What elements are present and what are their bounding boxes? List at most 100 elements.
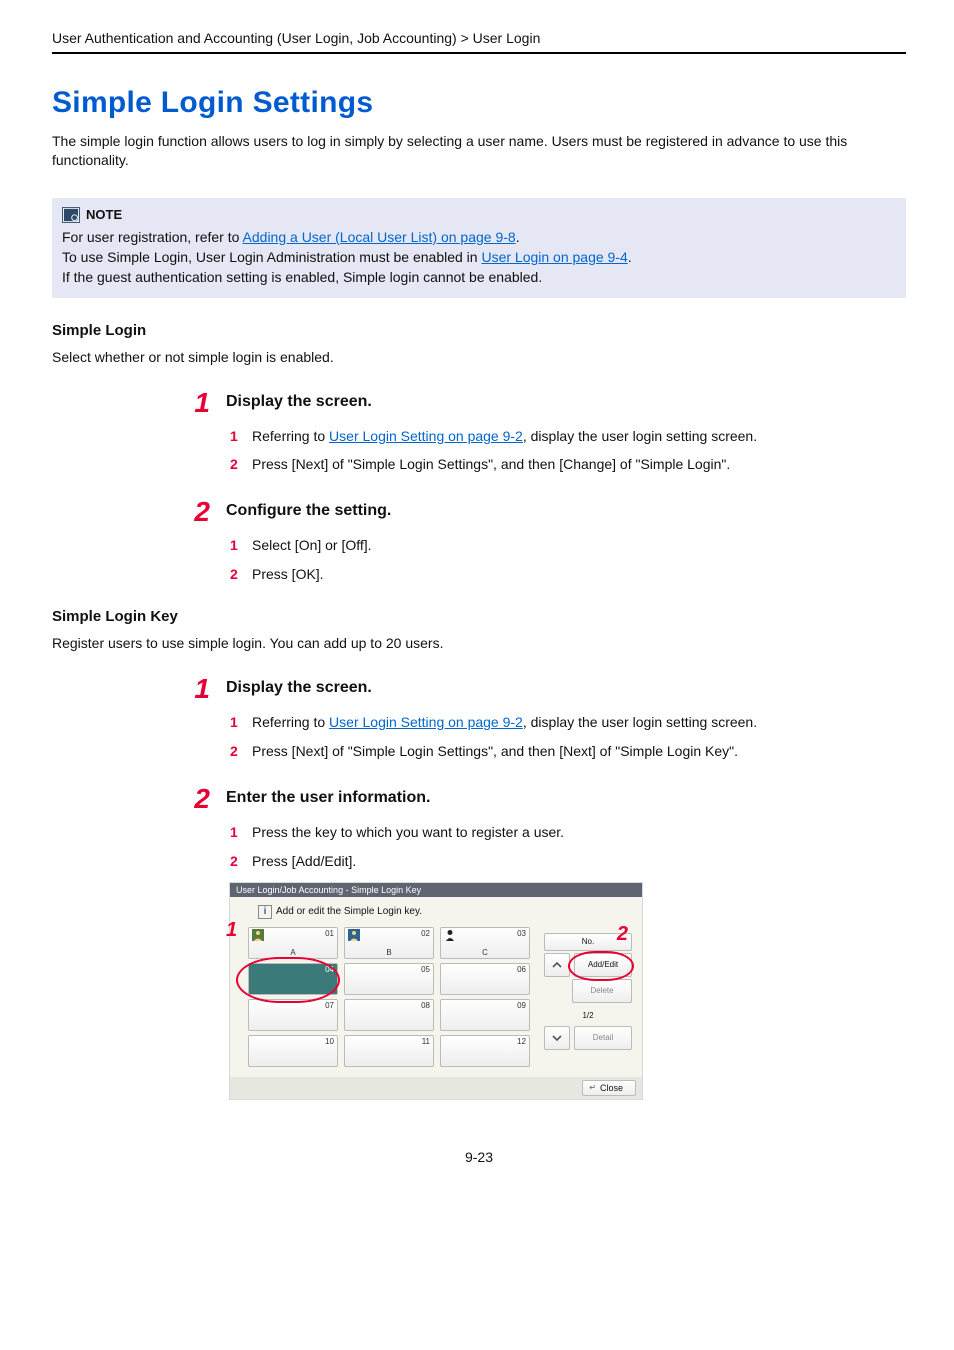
substep-text: Referring to User Login Setting on page … (252, 427, 757, 446)
key-number: 01 (325, 929, 334, 938)
dialog-footer: ↵ Close (230, 1077, 642, 1099)
page-up-button[interactable] (544, 953, 570, 977)
substep-post: , display the user login setting screen. (523, 714, 757, 730)
key-number: 04 (325, 965, 334, 974)
close-button[interactable]: ↵ Close (582, 1080, 636, 1096)
substep-number: 2 (230, 742, 242, 761)
note-box: NOTE For user registration, refer to Add… (52, 198, 906, 298)
user-icon (252, 929, 264, 941)
step-title-enter-user-info: Enter the user information. (226, 785, 430, 811)
info-icon: i (258, 905, 272, 919)
key-number: 05 (421, 965, 430, 974)
page-indicator: 1/2 (544, 1005, 632, 1024)
login-key[interactable]: 09 (440, 999, 530, 1031)
substep-text: Press [OK]. (252, 565, 324, 584)
note-icon (62, 207, 80, 223)
dialog-hint: i Add or edit the Simple Login key. (238, 901, 634, 925)
substep-number: 2 (230, 852, 242, 871)
login-key[interactable]: 12 (440, 1035, 530, 1067)
substep-number: 1 (230, 536, 242, 555)
section-simple-login-key-desc: Register users to use simple login. You … (52, 635, 906, 651)
key-number: 10 (325, 1037, 334, 1046)
step-number-1: 1 (182, 389, 210, 417)
substep-text: Referring to User Login Setting on page … (252, 713, 757, 732)
login-key[interactable]: 10 (248, 1035, 338, 1067)
note-line1-pre: For user registration, refer to (62, 229, 243, 245)
close-label: Close (600, 1083, 623, 1093)
substep-text: Press the key to which you want to regis… (252, 823, 564, 842)
note-line-2: To use Simple Login, User Login Administ… (62, 247, 896, 267)
note-line2-pre: To use Simple Login, User Login Administ… (62, 249, 481, 265)
key-number: 08 (421, 1001, 430, 1010)
key-number: 12 (517, 1037, 526, 1046)
login-key[interactable]: 08 (344, 999, 434, 1031)
chevron-up-icon (551, 959, 563, 971)
step-title-display-screen: Display the screen. (226, 389, 372, 415)
add-edit-button[interactable]: Add/Edit (574, 953, 632, 977)
note-line-1: For user registration, refer to Adding a… (62, 227, 896, 247)
substep-number: 1 (230, 823, 242, 842)
step-number-2b: 2 (182, 785, 210, 813)
note-label: NOTE (86, 206, 122, 225)
step-number-1b: 1 (182, 675, 210, 703)
link-adding-user[interactable]: Adding a User (Local User List) on page … (243, 229, 516, 245)
login-key[interactable]: 07 (248, 999, 338, 1031)
note-line1-post: . (516, 229, 520, 245)
callout-number-2: 2 (617, 923, 628, 946)
dialog-title: User Login/Job Accounting - Simple Login… (230, 883, 642, 897)
note-heading: NOTE (62, 206, 896, 225)
substep-number: 1 (230, 427, 242, 446)
embedded-ui-screenshot: User Login/Job Accounting - Simple Login… (230, 883, 642, 1099)
user-icon (444, 929, 456, 941)
key-number: 07 (325, 1001, 334, 1010)
return-icon: ↵ (589, 1083, 596, 1092)
substep-text: Press [Next] of "Simple Login Settings",… (252, 455, 730, 474)
callout-number-1: 1 (226, 919, 237, 942)
page-number: 9-23 (52, 1149, 906, 1165)
login-key[interactable]: 02 B (344, 927, 434, 959)
key-number: 09 (517, 1001, 526, 1010)
login-key[interactable]: 06 (440, 963, 530, 995)
page-title: Simple Login Settings (52, 86, 906, 120)
section-simple-login-desc: Select whether or not simple login is en… (52, 349, 906, 365)
user-icon (348, 929, 360, 941)
intro-text: The simple login function allows users t… (52, 132, 906, 170)
substep-number: 2 (230, 455, 242, 474)
substep-number: 2 (230, 565, 242, 584)
substep-text: Select [On] or [Off]. (252, 536, 372, 555)
key-number: 06 (517, 965, 526, 974)
section-simple-login-heading: Simple Login (52, 322, 906, 339)
substep-number: 1 (230, 713, 242, 732)
key-label: A (249, 948, 337, 957)
detail-button[interactable]: Detail (574, 1026, 632, 1050)
link-user-login-setting-2[interactable]: User Login Setting on page 9-2 (329, 714, 523, 730)
breadcrumb: User Authentication and Accounting (User… (52, 30, 906, 54)
key-number: 03 (517, 929, 526, 938)
key-label: B (345, 948, 433, 957)
chevron-down-icon (551, 1032, 563, 1044)
dialog-hint-text: Add or edit the Simple Login key. (276, 906, 422, 917)
note-line2-post: . (628, 249, 632, 265)
key-label: C (441, 948, 529, 957)
step-title-configure-setting: Configure the setting. (226, 498, 391, 524)
substep-text: Press [Next] of "Simple Login Settings",… (252, 742, 738, 761)
step-title-display-screen-2: Display the screen. (226, 675, 372, 701)
substep-pre: Referring to (252, 714, 329, 730)
key-number: 02 (421, 929, 430, 938)
login-key-selected[interactable]: 04 (248, 963, 338, 995)
side-column: No. Add/Edit Delete 1/2 Detail (544, 933, 632, 1050)
substep-post: , display the user login setting screen. (523, 428, 757, 444)
key-number: 11 (422, 1037, 430, 1046)
login-key[interactable]: 11 (344, 1035, 434, 1067)
login-key[interactable]: 05 (344, 963, 434, 995)
note-line-3: If the guest authentication setting is e… (62, 267, 896, 287)
substep-pre: Referring to (252, 428, 329, 444)
delete-button[interactable]: Delete (572, 979, 632, 1003)
login-key[interactable]: 03 C (440, 927, 530, 959)
login-key[interactable]: 01 A (248, 927, 338, 959)
link-user-login-setting-1[interactable]: User Login Setting on page 9-2 (329, 428, 523, 444)
step-number-2: 2 (182, 498, 210, 526)
page-down-button[interactable] (544, 1026, 570, 1050)
link-user-login[interactable]: User Login on page 9-4 (481, 249, 627, 265)
substep-text: Press [Add/Edit]. (252, 852, 356, 871)
